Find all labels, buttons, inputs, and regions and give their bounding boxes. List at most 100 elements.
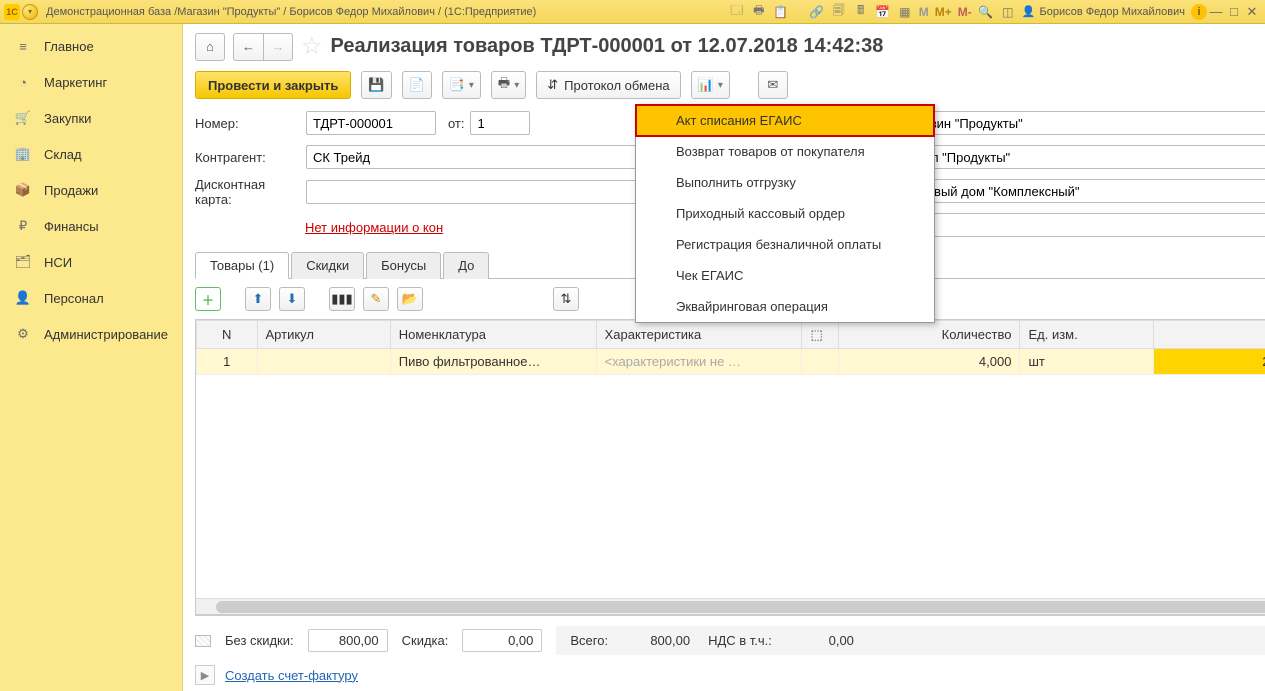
- warehouse-icon: 🏢: [14, 145, 32, 163]
- calendar-icon[interactable]: 📅: [875, 4, 891, 20]
- create-based-on-menu: Акт списания ЕГАИС Возврат товаров от по…: [635, 104, 935, 323]
- window-minimize-button[interactable]: —: [1207, 4, 1225, 19]
- tab-goods[interactable]: Товары (1): [195, 252, 289, 279]
- goods-table: N Артикул Номенклатура Характеристика ⬚ …: [195, 319, 1265, 615]
- col-marking-icon[interactable]: ⬚: [802, 321, 838, 349]
- nav-forward-button[interactable]: →: [263, 33, 293, 61]
- table-header-row: N Артикул Номенклатура Характеристика ⬚ …: [196, 321, 1265, 349]
- sidebar-item-sales[interactable]: 📦Продажи: [0, 172, 182, 208]
- sidebar-item-purchases[interactable]: 🛒Закупки: [0, 100, 182, 136]
- app-menu-button[interactable]: ▾: [22, 4, 38, 20]
- scrollbar-thumb[interactable]: [216, 601, 1265, 613]
- sidebar-item-nsi[interactable]: 🗂НСИ: [0, 244, 182, 280]
- menu-item-egais-check[interactable]: Чек ЕГАИС: [636, 260, 934, 291]
- favorite-star-icon[interactable]: ☆: [301, 32, 323, 61]
- sidebar-item-marketing[interactable]: ◔Маркетинг: [0, 64, 182, 100]
- sidebar-item-label: НСИ: [44, 255, 72, 270]
- exchange-icon: ⇵: [547, 77, 558, 93]
- link-icon[interactable]: 🔗: [809, 4, 825, 20]
- command-bar: Провести и закрыть 💾 📄 📑 🖶 ⇵Протокол обм…: [195, 71, 1265, 99]
- no-discount-value: 800,00: [308, 629, 388, 652]
- barcode-button[interactable]: ▮▮▮: [329, 287, 355, 311]
- clipboard-icon[interactable]: 📋: [773, 4, 789, 20]
- create-invoice-link[interactable]: Создать счет-фактуру: [225, 668, 358, 683]
- menu-item-noncash-payment[interactable]: Регистрация безналичной оплаты: [636, 229, 934, 260]
- col-unit[interactable]: Ед. изм.: [1020, 321, 1153, 349]
- col-char[interactable]: Характеристика: [596, 321, 802, 349]
- current-user[interactable]: 👤 Борисов Федор Михайлович: [1022, 5, 1185, 18]
- row-up-button[interactable]: ⬆: [245, 287, 271, 311]
- tab-discounts[interactable]: Скидки: [291, 252, 364, 279]
- menu-icon: ≡: [14, 37, 32, 55]
- person-icon: 👤: [14, 289, 32, 307]
- grid-icon[interactable]: ▦: [897, 4, 913, 20]
- sidebar-item-main[interactable]: ≡Главное: [0, 28, 182, 64]
- sidebar-item-admin[interactable]: ⚙Администрирование: [0, 316, 182, 352]
- sidebar-item-warehouse[interactable]: 🏢Склад: [0, 136, 182, 172]
- col-nom[interactable]: Номенклатура: [390, 321, 596, 349]
- date-field[interactable]: [470, 111, 530, 135]
- exchange-protocol-button[interactable]: ⇵Протокол обмена: [536, 71, 680, 99]
- menu-item-customer-return[interactable]: Возврат товаров от покупателя: [636, 136, 934, 167]
- total-value: 800,00: [618, 630, 698, 651]
- menu-item-perform-shipment[interactable]: Выполнить отгрузку: [636, 167, 934, 198]
- cell-nom: Пиво фильтрованное…: [390, 349, 596, 375]
- print-icon[interactable]: 🖶: [751, 4, 767, 20]
- cart-icon: 🛒: [14, 109, 32, 127]
- edit-button[interactable]: ✎: [363, 287, 389, 311]
- totals-icon: [195, 635, 211, 647]
- person-icon: 👤: [1022, 5, 1036, 18]
- memory-m-icon[interactable]: M: [919, 5, 929, 19]
- nav-back-button[interactable]: ←: [233, 33, 263, 61]
- totals-row: Без скидки: 800,00 Скидка: 0,00 Всего: 8…: [195, 615, 1265, 659]
- memory-mminus-icon[interactable]: M-: [958, 5, 972, 19]
- row-down-button[interactable]: ⬇: [279, 287, 305, 311]
- shop-field[interactable]: [894, 111, 1265, 135]
- tab-bonuses[interactable]: Бонусы: [366, 252, 441, 279]
- table-row[interactable]: 1 Пиво фильтрованное… <характеристики не…: [196, 349, 1265, 375]
- contractor-warning-link[interactable]: Нет информации о кон: [305, 220, 443, 235]
- email-button[interactable]: ✉: [758, 71, 788, 99]
- org-field[interactable]: [894, 179, 1265, 203]
- row-add-button[interactable]: ＋: [195, 287, 221, 311]
- window-close-button[interactable]: ✕: [1243, 4, 1261, 20]
- vat-value: 0,00: [782, 630, 862, 651]
- save-button[interactable]: 💾: [361, 71, 391, 99]
- store-field[interactable]: [894, 145, 1265, 169]
- window-restore-button[interactable]: □: [1225, 4, 1243, 19]
- seller-field[interactable]: [894, 213, 1265, 237]
- compare-icon[interactable]: 🗐: [831, 4, 847, 20]
- fill-button[interactable]: 📂: [397, 287, 423, 311]
- zoom-icon[interactable]: 🔍: [978, 4, 994, 20]
- col-price[interactable]: Цена: [1153, 321, 1265, 349]
- cell-n: 1: [196, 349, 257, 375]
- home-button[interactable]: ⌂: [195, 33, 225, 61]
- document-icon: ▶: [195, 665, 215, 685]
- panels-icon[interactable]: ◫: [1000, 4, 1016, 20]
- number-field[interactable]: [306, 111, 436, 135]
- tab-extra1[interactable]: До: [443, 252, 489, 279]
- col-art[interactable]: Артикул: [257, 321, 390, 349]
- sidebar-item-personnel[interactable]: 👤Персонал: [0, 280, 182, 316]
- col-n[interactable]: N: [196, 321, 257, 349]
- memory-mplus-icon[interactable]: M+: [935, 5, 952, 19]
- reports-button[interactable]: 📊: [691, 71, 730, 99]
- calc-icon[interactable]: 🖩: [853, 4, 869, 20]
- sidebar-item-finance[interactable]: ₽Финансы: [0, 208, 182, 244]
- menu-item-acquiring[interactable]: Эквайринговая операция: [636, 291, 934, 322]
- print-menu-button[interactable]: 🖶: [491, 71, 526, 99]
- table-h-scrollbar[interactable]: [196, 598, 1265, 614]
- post-and-close-button[interactable]: Провести и закрыть: [195, 71, 351, 99]
- contractor-label: Контрагент:: [195, 150, 300, 165]
- create-based-on-button[interactable]: 📑: [442, 71, 481, 99]
- print-preview-icon[interactable]: 🗔: [729, 4, 745, 20]
- post-button[interactable]: 📄: [402, 71, 432, 99]
- sidebar-item-label: Финансы: [44, 219, 99, 234]
- col-qty[interactable]: Количество: [838, 321, 1020, 349]
- info-icon[interactable]: i: [1191, 4, 1207, 20]
- cell-unit: шт: [1020, 349, 1153, 375]
- cell-mark: [802, 349, 838, 375]
- menu-item-cash-receipt[interactable]: Приходный кассовый ордер: [636, 198, 934, 229]
- menu-item-egais-writeoff[interactable]: Акт списания ЕГАИС: [636, 105, 934, 136]
- column-settings-button[interactable]: ⇅: [553, 287, 579, 311]
